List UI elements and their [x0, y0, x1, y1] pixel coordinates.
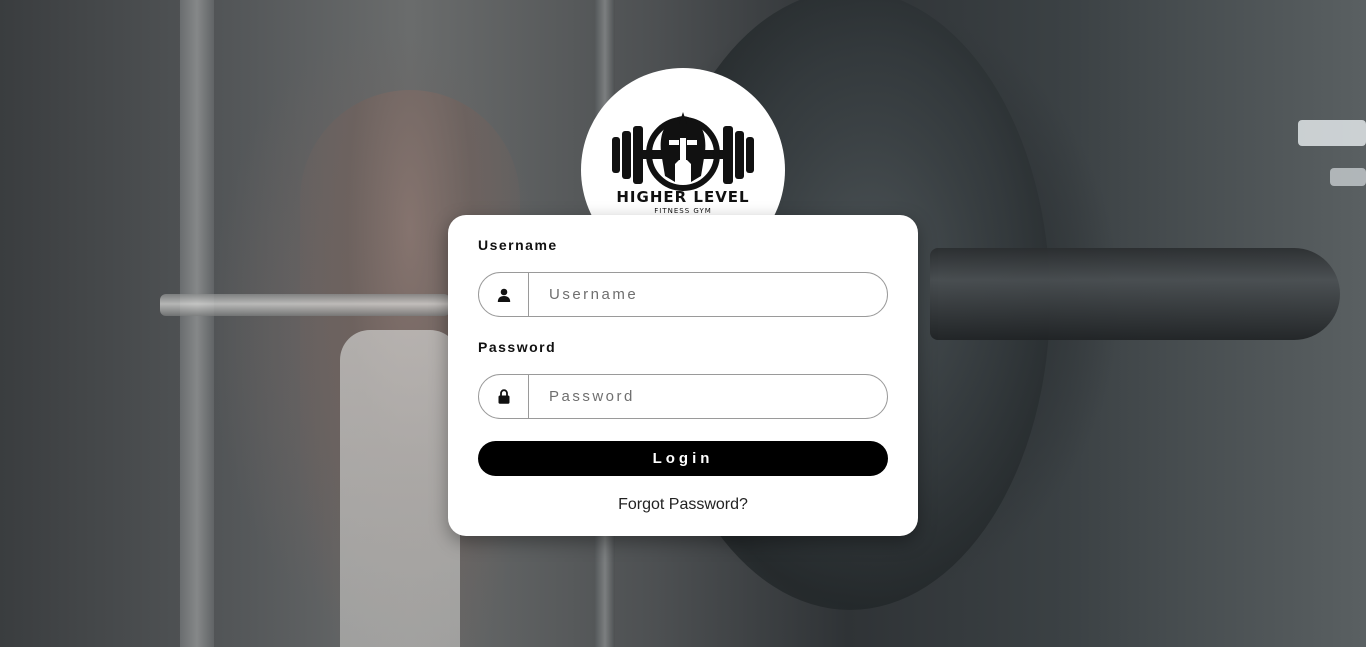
forgot-password-link[interactable]: Forgot Password? — [448, 496, 918, 514]
login-button[interactable]: Login — [478, 441, 888, 476]
password-input-group — [478, 374, 888, 419]
barbell-bar — [160, 294, 450, 316]
user-icon — [479, 273, 529, 316]
username-label: Username — [478, 237, 558, 253]
password-label: Password — [478, 339, 557, 355]
ceiling-light — [1298, 120, 1366, 146]
rack-post — [180, 0, 214, 647]
password-input[interactable] — [529, 375, 887, 418]
barbell-sleeve — [930, 248, 1340, 340]
login-card: Username Password Login Forgot Password? — [448, 215, 918, 536]
username-input-group — [478, 272, 888, 317]
lock-icon — [479, 375, 529, 418]
logo-subtitle: FITNESS GYM — [654, 207, 712, 215]
username-input[interactable] — [529, 273, 887, 316]
ceiling-light — [1330, 168, 1366, 186]
logo-title: HIGHER LEVEL — [616, 188, 750, 206]
athlete-shirt — [340, 330, 460, 647]
